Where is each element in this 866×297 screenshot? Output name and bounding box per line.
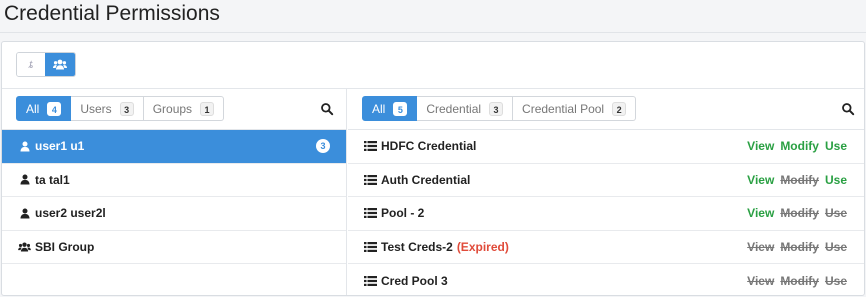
filter-groups[interactable]: Groups 1 (143, 96, 225, 121)
use-permission[interactable]: Use (825, 173, 847, 187)
permissions-panel: ȶ All 4 Users 3 Groups 1 user1 u1 3 ta t… (1, 41, 865, 296)
filter-count: 3 (119, 101, 134, 116)
filter-label: Credential Pool (522, 101, 605, 116)
credential-row[interactable]: HDFC Credential View Modify Use (348, 130, 864, 164)
permission-actions: View Modify Use (747, 206, 847, 220)
principal-row-user1[interactable]: user1 u1 3 (2, 130, 346, 164)
modify-permission[interactable]: Modify (780, 274, 819, 288)
modify-permission[interactable]: Modify (780, 206, 819, 220)
list-icon (364, 174, 377, 186)
filter-count: 2 (612, 101, 627, 116)
credential-name: Pool - 2 (381, 206, 747, 220)
permission-actions: View Modify Use (747, 139, 847, 153)
list-icon (364, 207, 377, 219)
list-icon (364, 140, 377, 152)
principal-name: ta tal1 (35, 172, 70, 187)
view-permission[interactable]: View (747, 206, 774, 220)
filter-count: 1 (200, 101, 215, 116)
filter-credential[interactable]: Credential 3 (417, 96, 514, 121)
filter-label: Groups (152, 101, 193, 116)
permission-actions: View Modify Use (747, 240, 847, 254)
search-icon[interactable] (841, 102, 855, 116)
credential-row[interactable]: Auth Credential View Modify Use (348, 164, 864, 197)
page-title: Credential Permissions (4, 2, 220, 25)
group-icon (53, 59, 67, 70)
filter-all[interactable]: All 4 (16, 96, 72, 121)
credential-row[interactable]: Test Creds-2 (Expired) View Modify Use (348, 231, 864, 264)
search-icon[interactable] (320, 102, 334, 116)
filter-users[interactable]: Users 3 (71, 96, 144, 121)
filter-credential-pool[interactable]: Credential Pool 2 (513, 96, 637, 121)
filter-label: All (26, 101, 40, 116)
filter-all[interactable]: All 5 (362, 96, 418, 121)
title-divider (0, 32, 866, 33)
use-permission[interactable]: Use (825, 274, 847, 288)
use-permission[interactable]: Use (825, 240, 847, 254)
filter-label: All (372, 101, 386, 116)
use-permission[interactable]: Use (825, 139, 847, 153)
view-permission[interactable]: View (747, 139, 774, 153)
permission-actions: View Modify Use (747, 173, 847, 187)
credential-label: Pool - 2 (381, 206, 425, 221)
principal-name: user2 user2l (35, 206, 106, 221)
list-icon (364, 241, 377, 253)
principal-list: user1 u1 3 ta tal1 user2 user2l SBI Grou… (2, 129, 346, 264)
modify-permission[interactable]: Modify (780, 240, 819, 254)
group-icon (18, 241, 31, 253)
user-icon (18, 174, 31, 186)
filter-label: Credential (426, 101, 482, 116)
credential-label: Cred Pool 3 (381, 273, 448, 288)
user-icon (18, 207, 31, 219)
credential-row[interactable]: Cred Pool 3 View Modify Use (348, 264, 864, 295)
expired-label: (Expired) (456, 239, 509, 254)
filter-label: Users (80, 101, 112, 116)
group-view-button[interactable] (45, 53, 75, 76)
principal-row-sbi-group[interactable]: SBI Group (2, 231, 346, 264)
view-permission[interactable]: View (747, 173, 774, 187)
use-permission[interactable]: Use (825, 206, 847, 220)
credential-name: HDFC Credential (381, 139, 747, 153)
view-permission[interactable]: View (747, 274, 774, 288)
permission-actions: View Modify Use (747, 274, 847, 288)
principals-column: All 4 Users 3 Groups 1 user1 u1 3 ta tal… (2, 89, 347, 295)
modify-permission[interactable]: Modify (780, 173, 819, 187)
credential-label: Auth Credential (381, 172, 471, 187)
permission-count-badge: 3 (316, 139, 330, 154)
principal-filter-bar: All 4 Users 3 Groups 1 (16, 96, 225, 121)
credential-label: Test Creds-2 (381, 239, 453, 254)
filter-count: 5 (393, 101, 408, 116)
principal-name: user1 u1 (35, 139, 85, 154)
credential-name: Cred Pool 3 (381, 274, 747, 288)
single-view-button[interactable]: ȶ (17, 53, 45, 76)
principal-row-ta[interactable]: ta tal1 (2, 164, 346, 197)
user-icon (18, 140, 31, 152)
view-permission[interactable]: View (747, 240, 774, 254)
credential-list: HDFC Credential View Modify Use Auth Credent… (348, 129, 864, 295)
credential-label: HDFC Credential (381, 139, 477, 154)
credential-name: Test Creds-2 (Expired) (381, 240, 747, 254)
credential-name: Auth Credential (381, 173, 747, 187)
list-icon (364, 275, 377, 287)
modify-permission[interactable]: Modify (780, 139, 819, 153)
credential-row[interactable]: Pool - 2 View Modify Use (348, 197, 864, 231)
credential-filter-bar: All 5 Credential 3 Credential Pool 2 (362, 96, 637, 121)
filter-count: 4 (47, 101, 62, 116)
credentials-column: All 5 Credential 3 Credential Pool 2 HDF… (348, 89, 864, 295)
principal-name: SBI Group (35, 239, 95, 254)
filter-count: 3 (489, 101, 504, 116)
view-toggle: ȶ (16, 52, 76, 77)
principal-row-user2[interactable]: user2 user2l (2, 197, 346, 231)
